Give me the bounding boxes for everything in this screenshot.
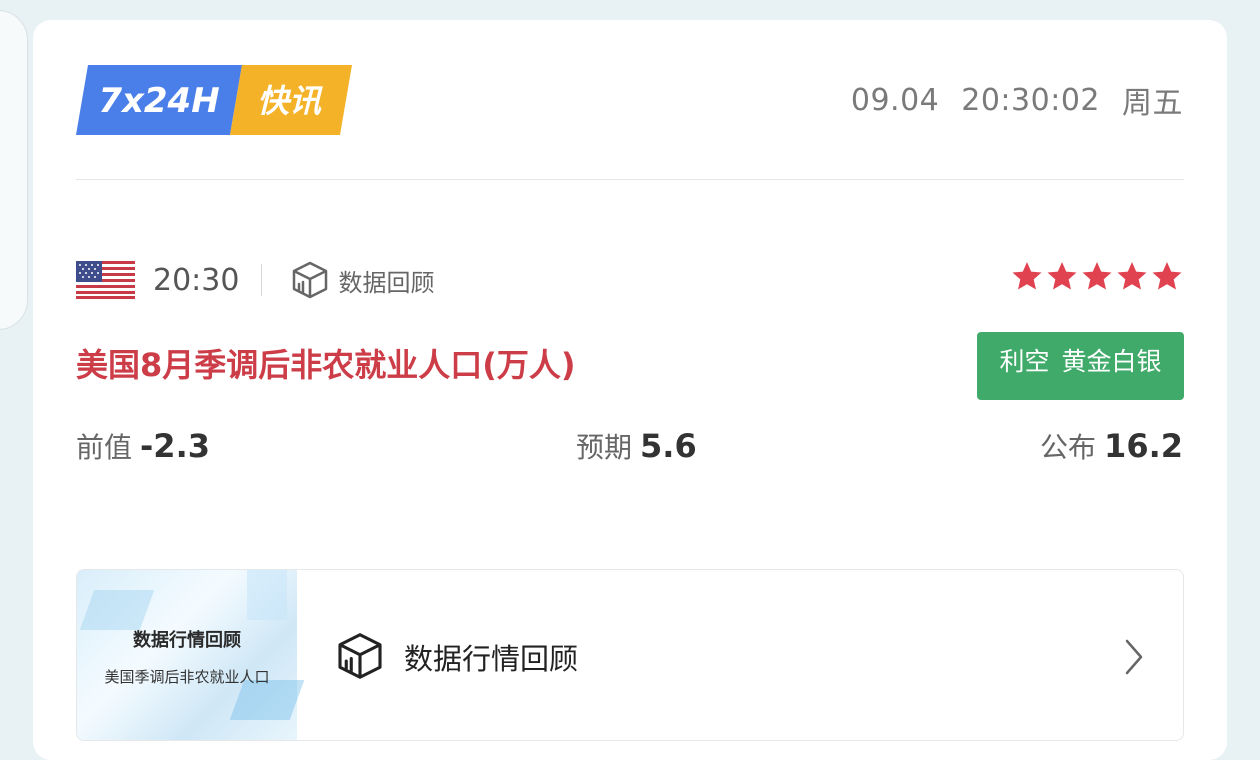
expected-label: 预期 xyxy=(576,431,633,464)
star-icon xyxy=(1117,262,1147,290)
header-time: 20:30:02 xyxy=(961,82,1100,118)
data-review-link[interactable]: 数据回顾 xyxy=(338,263,434,298)
star-icon xyxy=(1152,262,1182,290)
side-panel-edge xyxy=(0,10,28,330)
chevron-right-icon[interactable] xyxy=(1122,637,1146,677)
header-datetime: 09.04 20:30:02 周五 xyxy=(851,78,1183,122)
header-date: 09.04 xyxy=(850,82,940,118)
star-icon xyxy=(1047,262,1077,290)
actual-label: 公布 xyxy=(1040,431,1097,464)
logo-text-7x24h: 7x24H xyxy=(98,81,219,121)
previous-value: 前值 -2.3 xyxy=(76,426,210,470)
meta-separator xyxy=(261,264,263,296)
expected-value: 预期 5.6 xyxy=(576,426,697,470)
event-title[interactable]: 美国8月季调后非农就业人口(万人) xyxy=(76,340,576,386)
box-chart-icon xyxy=(338,633,382,679)
impact-tag: 利空 黄金白银 xyxy=(977,332,1184,400)
impact-asset: 黄金白银 xyxy=(1061,347,1162,376)
brand-logo: 7x24H 快讯 xyxy=(76,65,352,135)
thumbnail-subtitle: 美国季调后非农就业人口 xyxy=(104,668,270,686)
event-meta-row: 20:30 数据回顾 xyxy=(76,258,434,302)
logo-text-kuaixun: 快讯 xyxy=(257,82,323,120)
event-time: 20:30 xyxy=(153,262,240,298)
star-icon xyxy=(1012,262,1042,290)
box-chart-icon[interactable] xyxy=(290,260,330,300)
expected-number: 5.6 xyxy=(640,427,697,465)
previous-number: -2.3 xyxy=(140,427,210,465)
previous-label: 前值 xyxy=(76,431,133,464)
actual-value: 公布 16.2 xyxy=(1040,426,1183,470)
header-divider xyxy=(76,179,1184,180)
header-weekday: 周五 xyxy=(1122,86,1183,121)
actual-number: 16.2 xyxy=(1104,427,1183,465)
thumbnail-title: 数据行情回顾 xyxy=(133,630,241,651)
impact-direction: 利空 xyxy=(999,347,1050,376)
review-card-title: 数据行情回顾 xyxy=(404,642,579,676)
us-flag-icon xyxy=(76,261,135,299)
review-thumbnail: 数据行情回顾 美国季调后非农就业人口 xyxy=(77,570,305,740)
star-icon xyxy=(1082,262,1112,290)
importance-stars xyxy=(1011,260,1183,292)
data-review-card[interactable]: 数据行情回顾 美国季调后非农就业人口 数据行情回顾 xyxy=(76,569,1184,741)
